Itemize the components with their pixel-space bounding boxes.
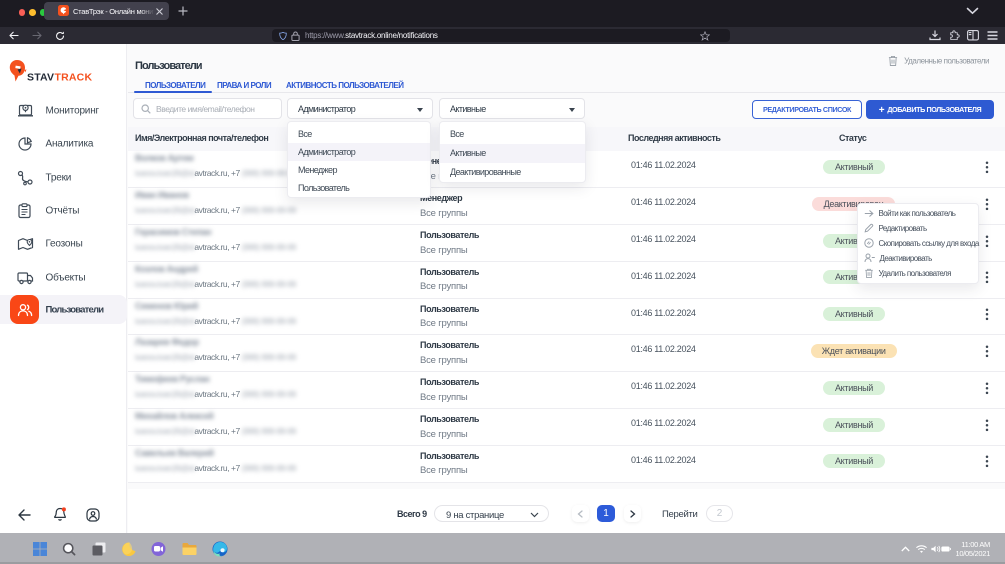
svg-text:STAV: STAV bbox=[27, 72, 54, 84]
svg-text:TRACK: TRACK bbox=[55, 72, 93, 84]
